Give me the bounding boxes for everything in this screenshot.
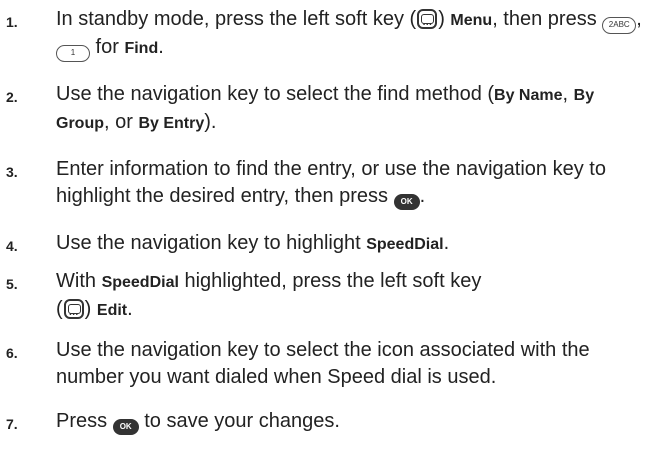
step-number: 3. bbox=[6, 164, 18, 180]
step-text: Press OK to save your changes. bbox=[56, 408, 650, 435]
2abc-key-icon: 2ABC bbox=[602, 17, 637, 34]
step-text: Use the navigation key to select the ico… bbox=[56, 339, 590, 388]
step-text: Use the navigation key to select the fin… bbox=[56, 83, 595, 133]
ok-key-icon: OK bbox=[112, 419, 139, 435]
step-text: Enter information to find the entry, or … bbox=[56, 156, 650, 210]
step-text: In standby mode, press the left soft key… bbox=[56, 6, 650, 62]
left-soft-key-icon bbox=[417, 9, 438, 36]
step-text: Use the navigation key to highlight Spee… bbox=[56, 232, 450, 254]
step-number: 7. bbox=[6, 416, 18, 432]
step-text: With SpeedDial highlighted, press the le… bbox=[56, 268, 650, 326]
step-number: 4. bbox=[6, 238, 18, 254]
step-number: 1. bbox=[6, 14, 18, 30]
step-number: 5. bbox=[6, 276, 18, 292]
step-number: 2. bbox=[6, 89, 18, 105]
1-key-icon: 1 bbox=[56, 45, 90, 62]
left-soft-key-icon bbox=[63, 299, 84, 326]
step-number: 6. bbox=[6, 345, 18, 361]
ok-key-icon: OK bbox=[393, 194, 420, 210]
